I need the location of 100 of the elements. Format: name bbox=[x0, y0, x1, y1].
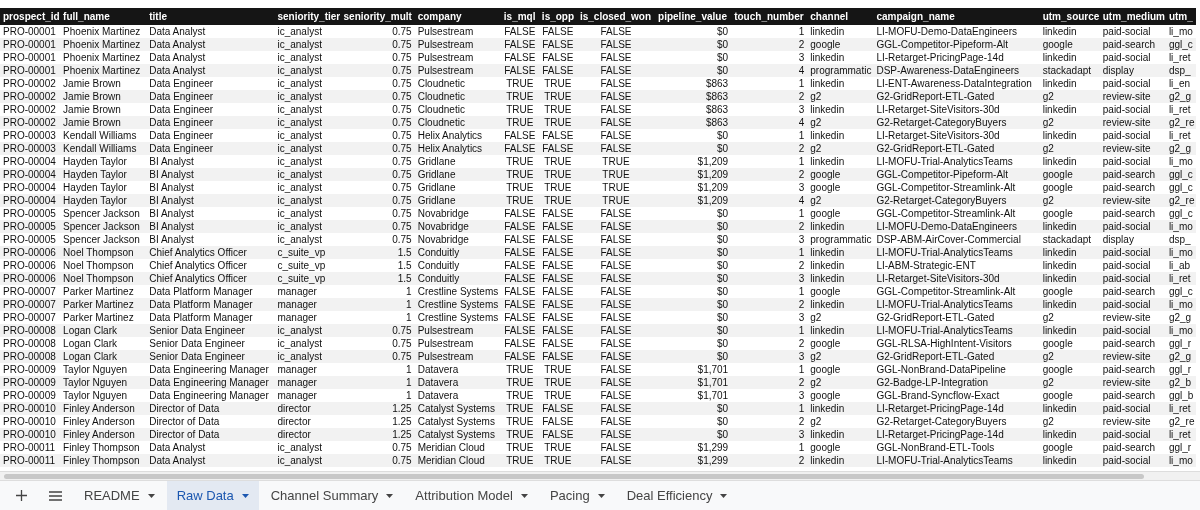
table-cell: FALSE bbox=[576, 116, 656, 129]
table-cell: li_ret bbox=[1165, 129, 1196, 142]
table-cell: G2-Retarget-CategoryBuyers bbox=[873, 415, 1040, 428]
table-cell: PRO-00009 bbox=[0, 363, 61, 376]
table-cell: Cloudnetic bbox=[414, 77, 501, 90]
table-cell: google bbox=[807, 441, 874, 454]
table-cell: LI-MOFU-Trial-AnalyticsTeams bbox=[873, 298, 1040, 311]
column-header[interactable]: is_opp bbox=[538, 8, 577, 25]
table-cell: google bbox=[1039, 38, 1100, 51]
table-cell: Logan Clark bbox=[60, 337, 147, 350]
table-cell: Crestline Systems bbox=[414, 311, 501, 324]
column-header[interactable]: is_mql bbox=[500, 8, 539, 25]
table-cell: $863 bbox=[655, 77, 732, 90]
table-cell: Datavera bbox=[414, 363, 501, 376]
table-cell: linkedin bbox=[807, 51, 874, 64]
table-cell: stackadapt bbox=[1039, 233, 1100, 246]
table-cell: Cloudnetic bbox=[414, 103, 501, 116]
table-cell: FALSE bbox=[538, 272, 577, 285]
table-cell: linkedin bbox=[1039, 103, 1100, 116]
table-cell: PRO-00004 bbox=[0, 155, 61, 168]
column-header[interactable]: utm_source bbox=[1039, 8, 1100, 25]
table-cell: $0 bbox=[655, 233, 732, 246]
table-cell: linkedin bbox=[807, 272, 874, 285]
column-header[interactable]: utm_medium bbox=[1099, 8, 1166, 25]
table-cell: 1 bbox=[731, 207, 808, 220]
table-cell: li_ret bbox=[1165, 428, 1196, 441]
column-header[interactable]: full_name bbox=[60, 8, 147, 25]
sheet-tab[interactable]: README bbox=[74, 481, 165, 510]
sheet-tab[interactable]: Attribution Model bbox=[405, 481, 538, 510]
caret-icon bbox=[520, 493, 528, 498]
column-header[interactable]: pipeline_value bbox=[655, 8, 732, 25]
table-cell: Data Engineer bbox=[146, 77, 275, 90]
table-cell: ic_analyst bbox=[274, 77, 341, 90]
column-header[interactable]: is_closed_won bbox=[576, 8, 656, 25]
table-cell: FALSE bbox=[576, 324, 656, 337]
table-cell: FALSE bbox=[576, 90, 656, 103]
table-cell: TRUE bbox=[538, 454, 577, 467]
table-cell: g2 bbox=[1039, 194, 1100, 207]
table-cell: Finley Anderson bbox=[60, 415, 147, 428]
table-cell: LI-ENT-Awareness-DataIntegration bbox=[873, 77, 1040, 90]
column-header[interactable]: touch_number bbox=[731, 8, 808, 25]
table-cell: ggl_r bbox=[1165, 363, 1196, 376]
table-cell: g2 bbox=[807, 311, 874, 324]
table-cell: FALSE bbox=[538, 324, 577, 337]
table-cell: linkedin bbox=[807, 428, 874, 441]
table-cell: TRUE bbox=[576, 181, 656, 194]
table-cell: 0.75 bbox=[340, 142, 415, 155]
table-cell: Hayden Taylor bbox=[60, 155, 147, 168]
table-cell: dsp_ bbox=[1165, 233, 1196, 246]
table-cell: 0.75 bbox=[340, 64, 415, 77]
table-cell: paid-search bbox=[1099, 207, 1166, 220]
sheet-tab[interactable]: Deal Efficiency bbox=[616, 481, 738, 510]
table-cell: FALSE bbox=[576, 272, 656, 285]
table-cell: FALSE bbox=[538, 311, 577, 324]
column-header[interactable]: prospect_id bbox=[0, 8, 61, 25]
column-header[interactable]: channel bbox=[807, 8, 874, 25]
column-header[interactable]: seniority_tier bbox=[274, 8, 341, 25]
table-cell: FALSE bbox=[538, 246, 577, 259]
table-cell: FALSE bbox=[576, 363, 656, 376]
column-header[interactable]: campaign_name bbox=[873, 8, 1040, 25]
table-cell: 1 bbox=[731, 441, 808, 454]
table-cell: FALSE bbox=[576, 350, 656, 363]
table-cell: Cloudnetic bbox=[414, 90, 501, 103]
horizontal-scrollbar[interactable] bbox=[0, 471, 1200, 480]
table-cell: Finley Anderson bbox=[60, 402, 147, 415]
table-cell: google bbox=[1039, 441, 1100, 454]
table-cell: $0 bbox=[655, 311, 732, 324]
table-cell: google bbox=[1039, 168, 1100, 181]
table-cell: BI Analyst bbox=[146, 207, 275, 220]
sheet-tab[interactable]: Raw Data bbox=[166, 481, 259, 510]
table-cell: 3 bbox=[731, 51, 808, 64]
column-header[interactable]: title bbox=[146, 8, 275, 25]
table-cell: 1 bbox=[731, 363, 808, 376]
table-cell: FALSE bbox=[576, 402, 656, 415]
column-header[interactable]: company bbox=[414, 8, 501, 25]
table-cell: TRUE bbox=[538, 77, 577, 90]
column-header[interactable]: seniority_mult bbox=[340, 8, 415, 25]
sheet-tab[interactable]: Pacing bbox=[539, 481, 615, 510]
table-cell: 0.75 bbox=[340, 77, 415, 90]
sheet-tab[interactable]: Channel Summary bbox=[260, 481, 404, 510]
table-cell: paid-social bbox=[1099, 220, 1166, 233]
table-cell: Datavera bbox=[414, 389, 501, 402]
table-cell: 0.75 bbox=[340, 116, 415, 129]
table-cell: ic_analyst bbox=[274, 207, 341, 220]
table-cell: 0.75 bbox=[340, 168, 415, 181]
table-cell: 0.75 bbox=[340, 454, 415, 467]
table-cell: Conduitly bbox=[414, 272, 501, 285]
table-cell: FALSE bbox=[576, 337, 656, 350]
table-cell: PRO-00004 bbox=[0, 168, 61, 181]
table-cell: GGL-Brand-Syncflow-Exact bbox=[873, 389, 1040, 402]
table-cell: ic_analyst bbox=[274, 168, 341, 181]
table-cell: Phoenix Martinez bbox=[60, 38, 147, 51]
table-cell: TRUE bbox=[538, 194, 577, 207]
table-cell: paid-search bbox=[1099, 285, 1166, 298]
table-cell: $0 bbox=[655, 142, 732, 155]
column-header[interactable]: utm_ bbox=[1165, 8, 1196, 25]
scrollbar-thumb[interactable] bbox=[4, 473, 1144, 479]
table-cell: 0.75 bbox=[340, 233, 415, 246]
table-cell: linkedin bbox=[1039, 25, 1100, 38]
table-cell: li_mo bbox=[1165, 220, 1196, 233]
